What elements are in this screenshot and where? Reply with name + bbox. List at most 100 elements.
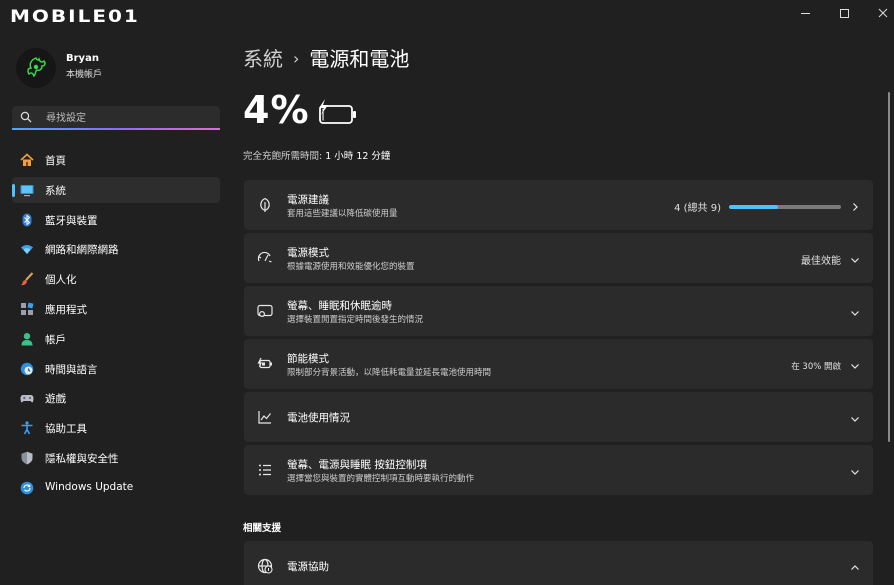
progress-fill: [729, 204, 779, 209]
breadcrumb-separator: ›: [293, 49, 300, 68]
search-input[interactable]: [44, 109, 218, 127]
sidebar-item-update[interactable]: Windows Update: [12, 475, 220, 501]
close-button[interactable]: [862, 0, 894, 26]
related-item-power-help[interactable]: 電源協助: [244, 541, 873, 585]
chevron-down-icon: [849, 304, 861, 316]
sidebar-item-label: 遊戲: [45, 393, 66, 406]
accessibility-icon: [20, 421, 34, 435]
progress-track: [729, 204, 841, 209]
scrollbar[interactable]: [888, 92, 890, 442]
power-mode-icon: [256, 249, 274, 267]
card-description: 根據電源使用和效能優化您的裝置: [287, 262, 415, 272]
card-description: 限制部分背景活動，以降低耗電量並延長電池使用時間: [287, 368, 492, 378]
page-title: 電源和電池: [309, 47, 410, 71]
account-icon: [20, 332, 34, 346]
charge-time: 完全充飽所需時間: 1 小時 12 分鐘: [243, 148, 390, 162]
sidebar-item-label: 首頁: [45, 155, 66, 167]
chevron-up-icon: [849, 559, 861, 571]
setting-card-power-mode[interactable]: 電源模式根據電源使用和效能優化您的裝置 最佳效能: [244, 233, 873, 283]
card-title: 電池使用情況: [287, 412, 350, 424]
wifi-icon: [20, 242, 34, 256]
card-title: 電源模式: [287, 247, 329, 259]
globe-clock-icon: [20, 362, 34, 376]
sidebar-nav: 首頁系統藍牙與裝置網路和網際網路 個人化應用程式帳戶時間與語言遊戲協助工具隱私權與…: [12, 147, 220, 505]
screen-sleep-icon: [256, 302, 274, 320]
maximize-button[interactable]: [823, 0, 865, 26]
charge-time-value: 1 小時 12 分鐘: [325, 151, 391, 162]
battery-percentage: 4%: [243, 88, 310, 132]
related-support-heading: 相關支援: [243, 523, 282, 534]
bluetooth-icon: [20, 213, 34, 227]
recommendations-count: 4 (總共 9): [674, 203, 721, 214]
sidebar-item-label: 個人化: [45, 274, 77, 287]
sidebar-item-brush[interactable]: 個人化: [12, 266, 220, 292]
gamepad-icon: [20, 391, 34, 405]
sidebar-item-label: 隱私權與安全性: [45, 452, 119, 465]
avatar: [16, 48, 56, 88]
sidebar-item-label: 應用程式: [45, 303, 87, 316]
sidebar-item-system[interactable]: 系統: [12, 176, 220, 203]
setting-card-usage-chart[interactable]: 電池使用情況: [244, 392, 873, 442]
card-title: 螢幕、睡眠和休眠逾時: [287, 300, 392, 312]
chevron-down-icon: [849, 251, 861, 263]
update-icon: [20, 481, 34, 495]
battery-charging-icon: [319, 99, 356, 124]
brush-icon: [20, 272, 34, 286]
maximize-icon: [839, 8, 849, 18]
chevron-down-icon: [849, 357, 861, 369]
card-description: 套用這些建議以降低碳使用量: [287, 209, 398, 219]
sidebar-item-accessibility[interactable]: 協助工具: [12, 415, 220, 441]
card-title: 電源建議: [287, 194, 329, 206]
title-bar: MOBILE01: [0, 0, 894, 34]
setting-card-leaf[interactable]: 電源建議套用這些建議以降低碳使用量 4 (總共 9): [244, 180, 873, 230]
usage-chart-icon: [256, 408, 274, 426]
setting-card-screen-sleep[interactable]: 螢幕、睡眠和休眠逾時選擇裝置閒置指定時間後發生的情況: [244, 286, 873, 336]
system-icon: [20, 183, 34, 197]
chevron-down-icon: [849, 410, 861, 422]
chevron-right-icon: [849, 198, 861, 211]
razer-logo-icon: [27, 57, 46, 78]
battery-saver-icon: [256, 355, 274, 373]
sidebar-item-label: 協助工具: [45, 423, 87, 436]
setting-card-list-controls[interactable]: 螢幕、電源與睡眠 按鈕控制項選擇當您與裝置的實體控制項互動時要執行的動作: [244, 445, 873, 495]
card-description: 選擇裝置閒置指定時間後發生的情況: [287, 315, 424, 325]
home-icon: [20, 153, 34, 167]
apps-icon: [20, 302, 34, 316]
sidebar-item-label: 網路和網際網路: [45, 244, 119, 257]
setting-card-battery-saver[interactable]: 節能模式 限制部分背景活動，以降低耗電量並延長電池使用時間 在 30% 開啟: [244, 339, 873, 389]
sidebar-item-apps[interactable]: 應用程式: [12, 296, 220, 322]
sidebar-item-bluetooth[interactable]: 藍牙與裝置: [12, 207, 220, 233]
minimize-icon: [800, 12, 810, 14]
list-controls-icon: [256, 461, 274, 479]
card-value: 最佳效能: [801, 256, 841, 267]
sidebar-item-home[interactable]: 首頁: [12, 147, 220, 173]
sidebar-item-label: 系統: [45, 184, 66, 197]
search-box[interactable]: [12, 106, 220, 130]
related-item-title: 電源協助: [287, 561, 329, 573]
sidebar-item-wifi[interactable]: 網路和網際網路: [12, 236, 220, 262]
globe-help-icon: [256, 557, 274, 575]
sidebar-item-shield[interactable]: 隱私權與安全性: [12, 445, 220, 471]
charge-time-label: 完全充飽所需時間:: [243, 151, 323, 162]
recommendations-progress: 4 (總共 9): [674, 199, 841, 214]
sidebar-item-globe-clock[interactable]: 時間與語言: [12, 356, 220, 382]
user-name: Bryan: [66, 53, 99, 64]
chevron-down-icon: [849, 463, 861, 475]
close-icon: [878, 8, 888, 18]
mobile01-logo: MOBILE01: [10, 6, 140, 27]
sidebar-item-label: Windows Update: [45, 480, 134, 493]
card-title: 螢幕、電源與睡眠 按鈕控制項: [287, 459, 427, 471]
sidebar-item-label: 藍牙與裝置: [45, 214, 98, 227]
sidebar-item-label: 帳戶: [45, 333, 66, 346]
sidebar-item-account[interactable]: 帳戶: [12, 326, 220, 352]
search-icon: [20, 111, 32, 123]
settings-window: MOBILE01 Bryan 本機帳戶 首頁系統藍牙與裝置網路和網際網路個人化應…: [0, 0, 894, 585]
breadcrumb-parent[interactable]: 系統: [243, 47, 283, 71]
card-description: 選擇當您與裝置的實體控制項互動時要執行的動作: [287, 474, 475, 484]
breadcrumb: 系統 › 電源和電池: [243, 43, 409, 72]
minimize-button[interactable]: [784, 0, 826, 26]
sidebar-item-label: 時間與語言: [45, 363, 98, 376]
account-type: 本機帳戶: [66, 70, 103, 80]
card-title: 節能模式: [287, 353, 329, 365]
sidebar-item-gamepad[interactable]: 遊戲: [12, 385, 220, 411]
